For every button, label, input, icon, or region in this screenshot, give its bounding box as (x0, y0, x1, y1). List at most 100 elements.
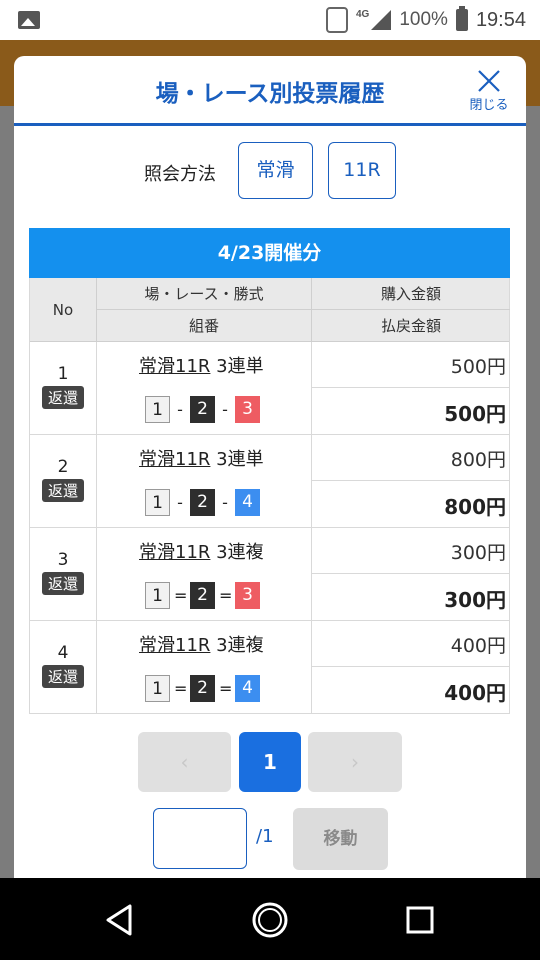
signal-icon (371, 10, 392, 30)
boat-number: 2 (190, 395, 215, 423)
history-table: No 場・レース・勝式 組番 購入金額 払戻金額 1 返還 常滑11R 3連単 … (29, 278, 510, 714)
combo-separator: = (174, 678, 188, 698)
close-label: 閉じる (469, 98, 509, 113)
modal-title: 場・レース別投票履歴 (155, 81, 385, 107)
row-no-cell: 4 返還 (30, 621, 97, 713)
venue-race-link[interactable]: 常滑11R (139, 635, 210, 656)
total-pages: /1 (256, 826, 274, 847)
status-bar: 4G 100% 19:54 (0, 0, 540, 40)
prev-page-button[interactable]: ‹ (138, 732, 231, 792)
recents-icon[interactable] (398, 898, 442, 942)
modal-header: 場・レース別投票履歴 閉じる (14, 56, 526, 126)
divider (312, 666, 510, 667)
race-link[interactable]: 常滑11R 3連複 (139, 631, 264, 657)
header-race: 場・レース・勝式 (97, 278, 312, 310)
race-cell: 常滑11R 3連単 1 - 2 - 3 (97, 342, 312, 434)
row-no-cell: 2 返還 (30, 435, 97, 527)
combo-separator: - (177, 399, 183, 419)
purchase-amount: 800円 (450, 449, 506, 471)
table-header: No 場・レース・勝式 組番 購入金額 払戻金額 (30, 278, 510, 342)
close-icon (478, 70, 500, 92)
purchase-amount: 300円 (450, 542, 506, 564)
combo-separator: - (177, 492, 183, 512)
boat-number: 2 (190, 488, 215, 516)
table-row: 4 返還 常滑11R 3連複 1 = 2 = 4 400円 400円 (30, 621, 510, 714)
header-no: No (30, 278, 97, 342)
home-icon[interactable] (248, 898, 292, 942)
boat-number: 3 (235, 395, 260, 423)
venue-race-link[interactable]: 常滑11R (139, 449, 210, 470)
race-cell: 常滑11R 3連単 1 - 2 - 4 (97, 435, 312, 527)
current-page-button[interactable]: 1 (239, 732, 301, 792)
chevron-right-icon: › (351, 750, 359, 774)
battery-percentage: 100% (399, 9, 448, 30)
boat-number: 2 (190, 581, 215, 609)
bet-type: 3連単 (216, 356, 264, 377)
combo-separator: - (222, 492, 228, 512)
header-purchase: 購入金額 (312, 278, 510, 310)
refund-badge: 返還 (41, 665, 84, 688)
combination: 1 = 2 = 4 (145, 674, 260, 702)
row-number: 4 (57, 643, 69, 663)
purchase-amount: 400円 (450, 635, 506, 657)
boat-number: 4 (235, 488, 260, 516)
venue-race-link[interactable]: 常滑11R (139, 542, 210, 563)
status-icons: 4G 100% 19:54 (325, 6, 526, 34)
payout-amount: 400円 (444, 681, 506, 705)
amount-cell: 500円 500円 (312, 342, 510, 434)
voting-history-modal: 場・レース別投票履歴 閉じる 照会方法 常滑 11R 4/23開催分 No 場・… (14, 56, 526, 878)
row-number: 3 (57, 550, 69, 570)
bet-type: 3連複 (216, 635, 264, 656)
page-number-input[interactable] (153, 808, 247, 869)
refund-badge: 返還 (41, 479, 84, 502)
boat-number: 1 (145, 488, 170, 516)
refund-badge: 返還 (41, 386, 84, 409)
row-number: 2 (57, 457, 69, 477)
system-nav-bar (0, 878, 540, 960)
amount-cell: 400円 400円 (312, 621, 510, 713)
race-button[interactable]: 11R (328, 142, 396, 199)
jump-button[interactable]: 移動 (293, 808, 388, 870)
amount-cell: 800円 800円 (312, 435, 510, 527)
race-link[interactable]: 常滑11R 3連単 (139, 445, 264, 471)
row-no-cell: 1 返還 (30, 342, 97, 434)
boat-number: 1 (145, 674, 170, 702)
boat-number: 1 (145, 581, 170, 609)
back-icon[interactable] (98, 898, 142, 942)
combination: 1 - 2 - 4 (145, 488, 260, 516)
race-cell: 常滑11R 3連複 1 = 2 = 3 (97, 528, 312, 620)
nfc-icon (325, 7, 348, 33)
table-row: 2 返還 常滑11R 3連単 1 - 2 - 4 800円 800円 (30, 435, 510, 528)
combo-separator: - (222, 399, 228, 419)
venue-race-link[interactable]: 常滑11R (139, 356, 210, 377)
gallery-notification-icon (18, 11, 40, 29)
race-link[interactable]: 常滑11R 3連単 (139, 352, 264, 378)
boat-number: 1 (145, 395, 170, 423)
row-number: 1 (57, 364, 69, 384)
payout-amount: 800円 (444, 495, 506, 519)
header-combo: 組番 (97, 310, 312, 342)
row-no-cell: 3 返還 (30, 528, 97, 620)
close-button[interactable]: 閉じる (466, 66, 512, 116)
combo-separator: = (219, 678, 233, 698)
race-link[interactable]: 常滑11R 3連複 (139, 538, 264, 564)
amount-cell: 300円 300円 (312, 528, 510, 620)
chevron-left-icon: ‹ (180, 750, 189, 774)
combination: 1 = 2 = 3 (145, 581, 260, 609)
divider (312, 387, 510, 388)
clock: 19:54 (475, 8, 526, 31)
venue-button[interactable]: 常滑 (238, 142, 313, 199)
refund-badge: 返還 (41, 572, 84, 595)
bet-type: 3連単 (216, 449, 264, 470)
inquiry-method-label: 照会方法 (144, 164, 216, 185)
combo-separator: = (219, 585, 233, 605)
next-page-button[interactable]: › (308, 732, 402, 792)
pagination: ‹ 1 › (14, 732, 526, 792)
header-payout: 払戻金額 (380, 317, 441, 335)
combination: 1 - 2 - 3 (145, 395, 260, 423)
inquiry-method-row: 照会方法 常滑 11R (14, 142, 526, 202)
table-row: 3 返還 常滑11R 3連複 1 = 2 = 3 300円 300円 (30, 528, 510, 621)
date-header: 4/23開催分 (29, 228, 510, 278)
divider (312, 480, 510, 481)
payout-amount: 500円 (444, 402, 506, 426)
